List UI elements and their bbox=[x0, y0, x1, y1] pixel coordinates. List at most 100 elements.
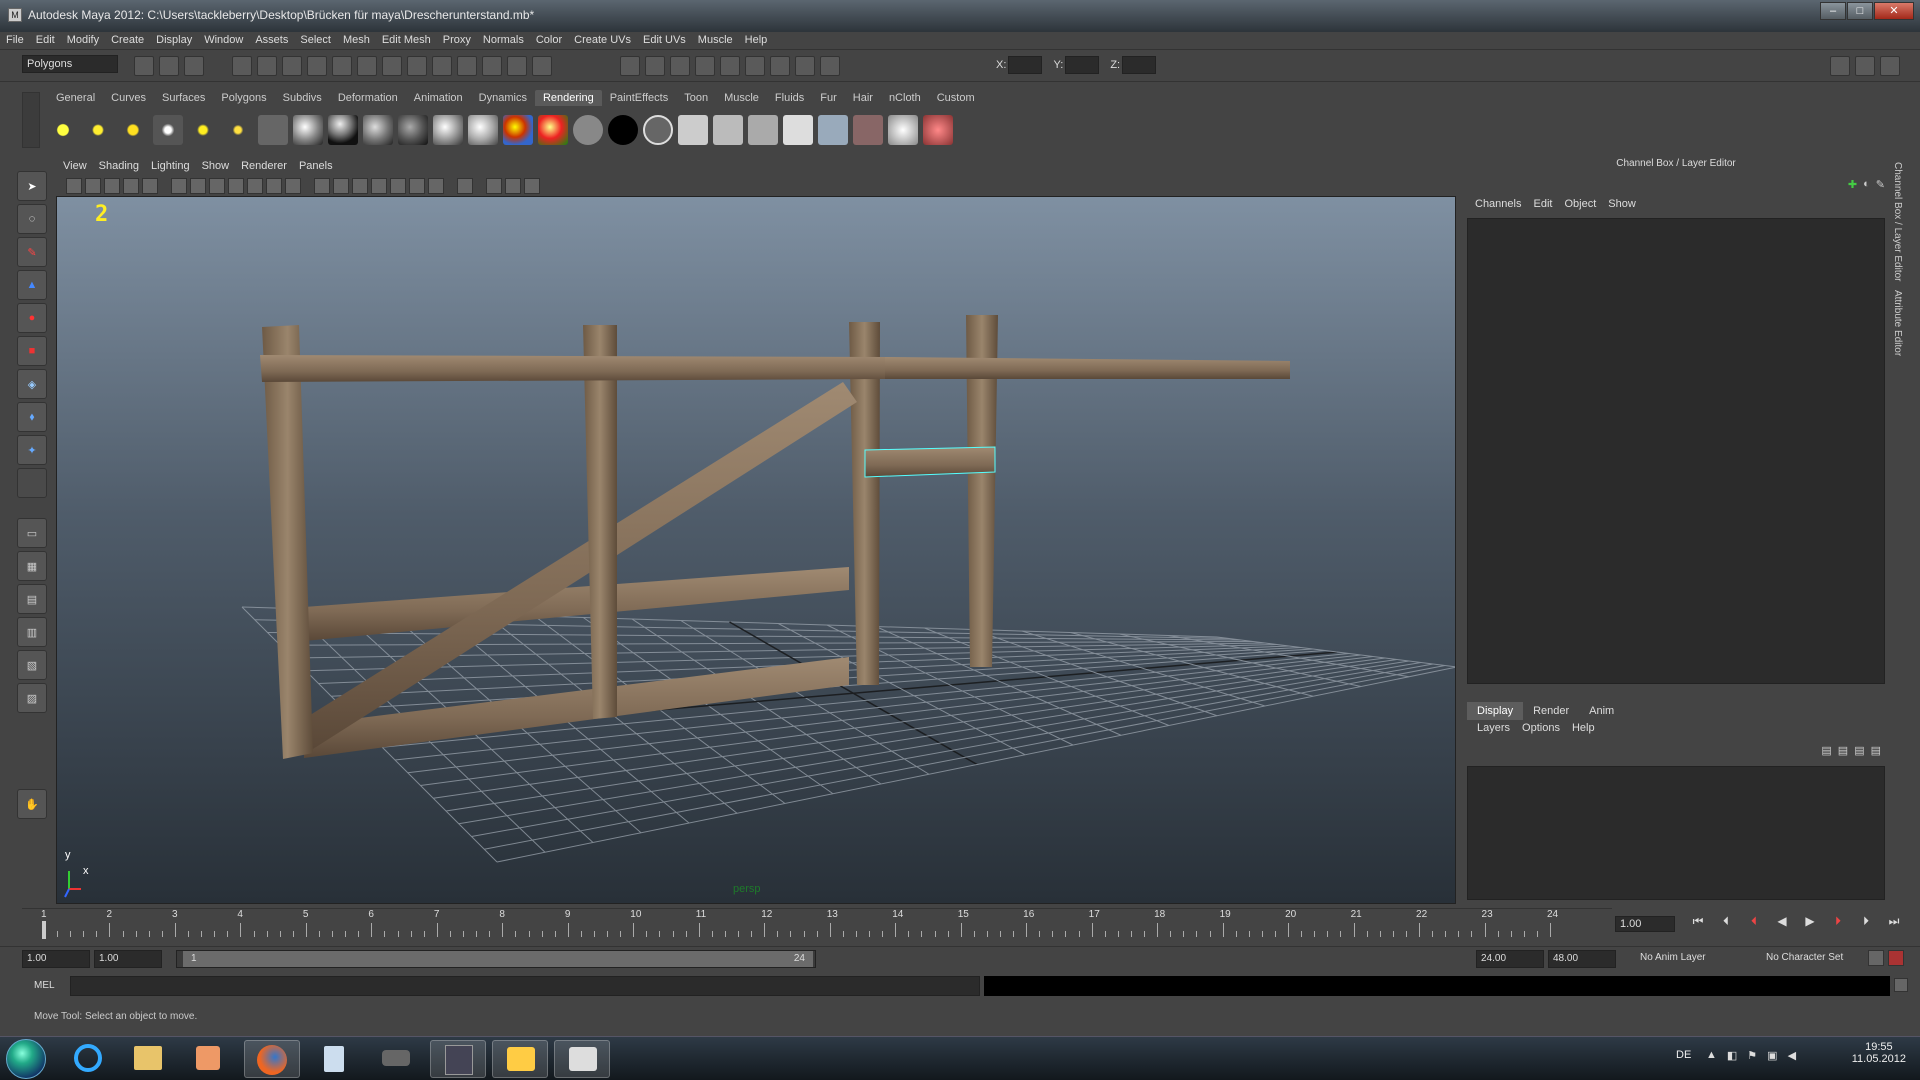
keyboard-language[interactable]: DE bbox=[1676, 1049, 1691, 1061]
mask-icon[interactable] bbox=[457, 56, 477, 76]
playback-start-field[interactable]: 1.00 bbox=[94, 950, 162, 968]
menu-file[interactable]: File bbox=[0, 32, 30, 48]
manipulator-icon[interactable]: ◈ bbox=[17, 369, 47, 399]
shelf-tab[interactable]: Toon bbox=[676, 90, 716, 106]
film-gate-icon[interactable] bbox=[190, 178, 206, 194]
select-component-icon[interactable] bbox=[282, 56, 302, 76]
shelf-tab[interactable]: Curves bbox=[103, 90, 154, 106]
menu-edit-mesh[interactable]: Edit Mesh bbox=[376, 32, 437, 48]
shader-ball-icon[interactable] bbox=[363, 115, 393, 145]
scale-tool-icon[interactable]: ■ bbox=[17, 336, 47, 366]
play-forward-icon[interactable]: ▶ bbox=[1800, 914, 1820, 929]
command-input[interactable] bbox=[70, 976, 980, 996]
snap-point-icon[interactable] bbox=[670, 56, 690, 76]
play-backward-icon[interactable]: ◀ bbox=[1772, 914, 1792, 929]
tool-settings-icon[interactable] bbox=[1855, 56, 1875, 76]
bookmark-icon[interactable] bbox=[85, 178, 101, 194]
hypershade-layout-icon[interactable]: ▧ bbox=[17, 650, 47, 680]
menu-assets[interactable]: Assets bbox=[249, 32, 294, 48]
snap-curve-icon[interactable] bbox=[645, 56, 665, 76]
grid-icon[interactable] bbox=[171, 178, 187, 194]
menu-edit[interactable]: Edit bbox=[30, 32, 61, 48]
grease-pencil-icon[interactable] bbox=[142, 178, 158, 194]
menu-create[interactable]: Create bbox=[105, 32, 150, 48]
attribute-editor-icon[interactable] bbox=[1830, 56, 1850, 76]
shader-ball-icon[interactable] bbox=[293, 115, 323, 145]
le-menu-layers[interactable]: Layers bbox=[1471, 722, 1516, 734]
channel-list[interactable] bbox=[1467, 218, 1885, 684]
render-settings-icon[interactable] bbox=[795, 56, 815, 76]
batch-render-icon[interactable] bbox=[818, 115, 848, 145]
auto-key-icon[interactable] bbox=[1888, 950, 1904, 966]
shelf-tab[interactable]: Dynamics bbox=[471, 90, 535, 106]
le-menu-options[interactable]: Options bbox=[1516, 722, 1566, 734]
maximize-button[interactable]: □ bbox=[1847, 2, 1873, 20]
mask-icon[interactable] bbox=[382, 56, 402, 76]
internet-explorer-icon[interactable] bbox=[60, 1040, 116, 1078]
paint-select-icon[interactable]: ✎ bbox=[17, 237, 47, 267]
mask-icon[interactable] bbox=[307, 56, 327, 76]
color-shader-icon[interactable] bbox=[538, 115, 568, 145]
action-center-icon[interactable]: ⚑ bbox=[1747, 1049, 1757, 1062]
shelf-grip[interactable] bbox=[22, 92, 40, 148]
go-to-end-icon[interactable]: ⏭ bbox=[1884, 914, 1904, 929]
mail-icon[interactable] bbox=[492, 1040, 548, 1078]
shading-icon[interactable]: ◐ bbox=[1863, 178, 1870, 191]
tab-display[interactable]: Display bbox=[1467, 702, 1524, 720]
hypershade-icon[interactable] bbox=[820, 56, 840, 76]
cb-menu-channels[interactable]: Channels bbox=[1469, 198, 1527, 210]
menu-edit-uvs[interactable]: Edit UVs bbox=[637, 32, 692, 48]
menu-normals[interactable]: Normals bbox=[477, 32, 530, 48]
menu-mesh[interactable]: Mesh bbox=[337, 32, 376, 48]
tab-anim[interactable]: Anim bbox=[1579, 702, 1624, 720]
command-language[interactable]: MEL bbox=[34, 980, 55, 991]
snap-plane-icon[interactable] bbox=[695, 56, 715, 76]
textured-icon[interactable] bbox=[371, 178, 387, 194]
menu-display[interactable]: Display bbox=[150, 32, 198, 48]
shelf-tab[interactable]: Fluids bbox=[767, 90, 812, 106]
xray-icon[interactable] bbox=[486, 178, 502, 194]
mask-icon[interactable] bbox=[357, 56, 377, 76]
shelf-tab[interactable]: nCloth bbox=[881, 90, 929, 106]
new-layer-icon[interactable]: ▤ bbox=[1821, 744, 1831, 757]
z-field[interactable] bbox=[1122, 56, 1157, 74]
step-forward-key-icon[interactable]: ⏵ bbox=[1828, 914, 1848, 929]
xray-joints-icon[interactable] bbox=[505, 178, 521, 194]
mask-icon[interactable] bbox=[507, 56, 527, 76]
side-tab-attribute-editor[interactable]: Attribute Editor bbox=[1890, 286, 1905, 360]
y-field[interactable] bbox=[1065, 56, 1100, 74]
ipr-icon[interactable] bbox=[770, 56, 790, 76]
spot-light-icon[interactable] bbox=[153, 115, 183, 145]
twod-pan-icon[interactable] bbox=[123, 178, 139, 194]
render-layout-icon[interactable]: ▨ bbox=[17, 683, 47, 713]
select-object-icon[interactable] bbox=[257, 56, 277, 76]
history-icon[interactable] bbox=[720, 56, 740, 76]
rotate-tool-icon[interactable]: ● bbox=[17, 303, 47, 333]
current-time-field[interactable]: 1.00 bbox=[1615, 916, 1675, 932]
select-hierarchy-icon[interactable] bbox=[232, 56, 252, 76]
show-hidden-icons-icon[interactable]: ▲ bbox=[1706, 1049, 1717, 1062]
menu-window[interactable]: Window bbox=[198, 32, 249, 48]
tray-app-icon[interactable]: ◧ bbox=[1727, 1049, 1737, 1062]
move-tool-icon[interactable]: ▲ bbox=[17, 270, 47, 300]
playback-end-field[interactable]: 24.00 bbox=[1476, 950, 1544, 968]
mask-icon[interactable] bbox=[532, 56, 552, 76]
viewport-menu-panels[interactable]: Panels bbox=[293, 158, 339, 174]
camera-icon[interactable] bbox=[258, 115, 288, 145]
viewport-menu-lighting[interactable]: Lighting bbox=[145, 158, 196, 174]
channel-box-icon[interactable] bbox=[1880, 56, 1900, 76]
viewport-menu-renderer[interactable]: Renderer bbox=[235, 158, 293, 174]
menu-modify[interactable]: Modify bbox=[61, 32, 105, 48]
mask-icon[interactable] bbox=[332, 56, 352, 76]
shelf-tab[interactable]: Animation bbox=[406, 90, 471, 106]
paint-icon[interactable] bbox=[923, 115, 953, 145]
shelf-tab[interactable]: Surfaces bbox=[154, 90, 213, 106]
gray-swatch-icon[interactable] bbox=[573, 115, 603, 145]
smooth-shade-icon[interactable] bbox=[333, 178, 349, 194]
ambient-light-icon[interactable] bbox=[48, 115, 78, 145]
mask-icon[interactable] bbox=[482, 56, 502, 76]
network-icon[interactable]: ▣ bbox=[1767, 1049, 1777, 1062]
character-set-selector[interactable]: No Character Set bbox=[1766, 952, 1843, 963]
clock[interactable]: 19:55 11.05.2012 bbox=[1852, 1041, 1906, 1065]
file-explorer-icon[interactable] bbox=[120, 1040, 176, 1078]
